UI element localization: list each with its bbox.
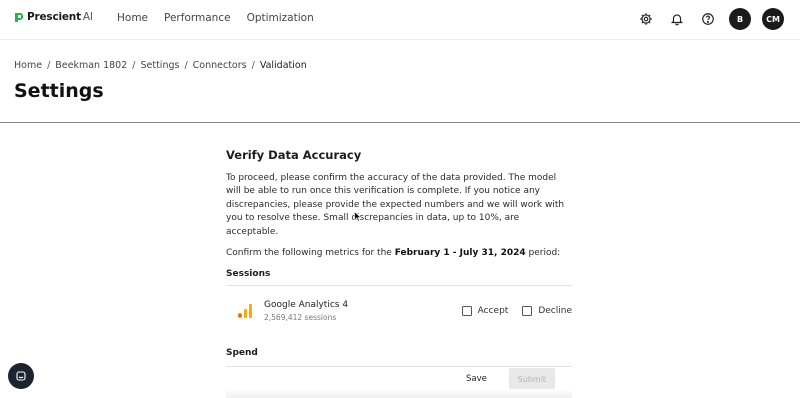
nav-item-optimization[interactable]: Optimization [247, 12, 314, 24]
chat-icon [16, 371, 26, 381]
brand-name: Prescient AI [27, 11, 93, 23]
google-analytics-icon [238, 303, 252, 318]
source-name: Google Analytics 4 [264, 299, 349, 310]
breadcrumb-settings[interactable]: Settings [140, 60, 179, 71]
checkbox-box[interactable] [522, 305, 533, 316]
header-actions: B CM [625, 8, 784, 30]
prescient-logo-icon [15, 12, 23, 22]
header-divider [0, 122, 800, 123]
accept-label: Accept [477, 305, 509, 316]
spend-section-label: Spend [226, 348, 572, 368]
sessions-source-row: Google Analytics 4 2,569,412 sessions Ac… [226, 286, 572, 337]
panel-title: Verify Data Accuracy [226, 148, 362, 162]
sessions-section-label: Sessions [226, 269, 572, 287]
main-nav: Home Performance Optimization [117, 12, 330, 24]
date-range: February 1 - July 31, 2024 [394, 248, 526, 259]
panel-footer-shadow [226, 389, 572, 398]
nav-item-performance[interactable]: Performance [164, 12, 231, 24]
source-value: 2,569,412 sessions [264, 312, 337, 322]
breadcrumb-home[interactable]: Home [14, 60, 42, 71]
accept-checkbox[interactable]: Accept [461, 305, 509, 316]
form-actions: Save Submit [466, 368, 555, 390]
save-button[interactable]: Save [466, 374, 487, 384]
decline-checkbox[interactable]: Decline [522, 305, 572, 316]
breadcrumb-validation: Validation [259, 60, 307, 71]
avatar-b[interactable]: B [729, 8, 751, 30]
page-title: Settings [14, 80, 104, 102]
confirm-period-text: Confirm the following metrics for the Fe… [226, 248, 561, 259]
bell-icon[interactable] [667, 9, 687, 29]
help-icon[interactable] [698, 9, 718, 29]
verify-data-panel: Verify Data Accuracy To proceed, please … [226, 148, 572, 368]
checkbox-box[interactable] [461, 305, 472, 316]
breadcrumb-connectors[interactable]: Connectors [193, 60, 247, 71]
mouse-cursor-icon [354, 211, 362, 222]
nav-item-home[interactable]: Home [117, 12, 148, 24]
panel-description: To proceed, please confirm the accuracy … [226, 173, 565, 237]
brand-logo[interactable]: Prescient AI [14, 11, 93, 23]
submit-button[interactable]: Submit [508, 368, 555, 390]
top-navbar: Prescient AI Home Performance Optimizatio… [0, 0, 800, 40]
breadcrumb-account[interactable]: Beekman 1802 [55, 60, 127, 71]
avatar-user[interactable]: CM [762, 8, 784, 30]
chat-support-button[interactable] [8, 363, 34, 389]
gear-icon[interactable] [636, 9, 656, 29]
breadcrumb: Home / Beekman 1802/ Settings / Connectors… [14, 60, 307, 71]
decline-label: Decline [538, 305, 572, 316]
